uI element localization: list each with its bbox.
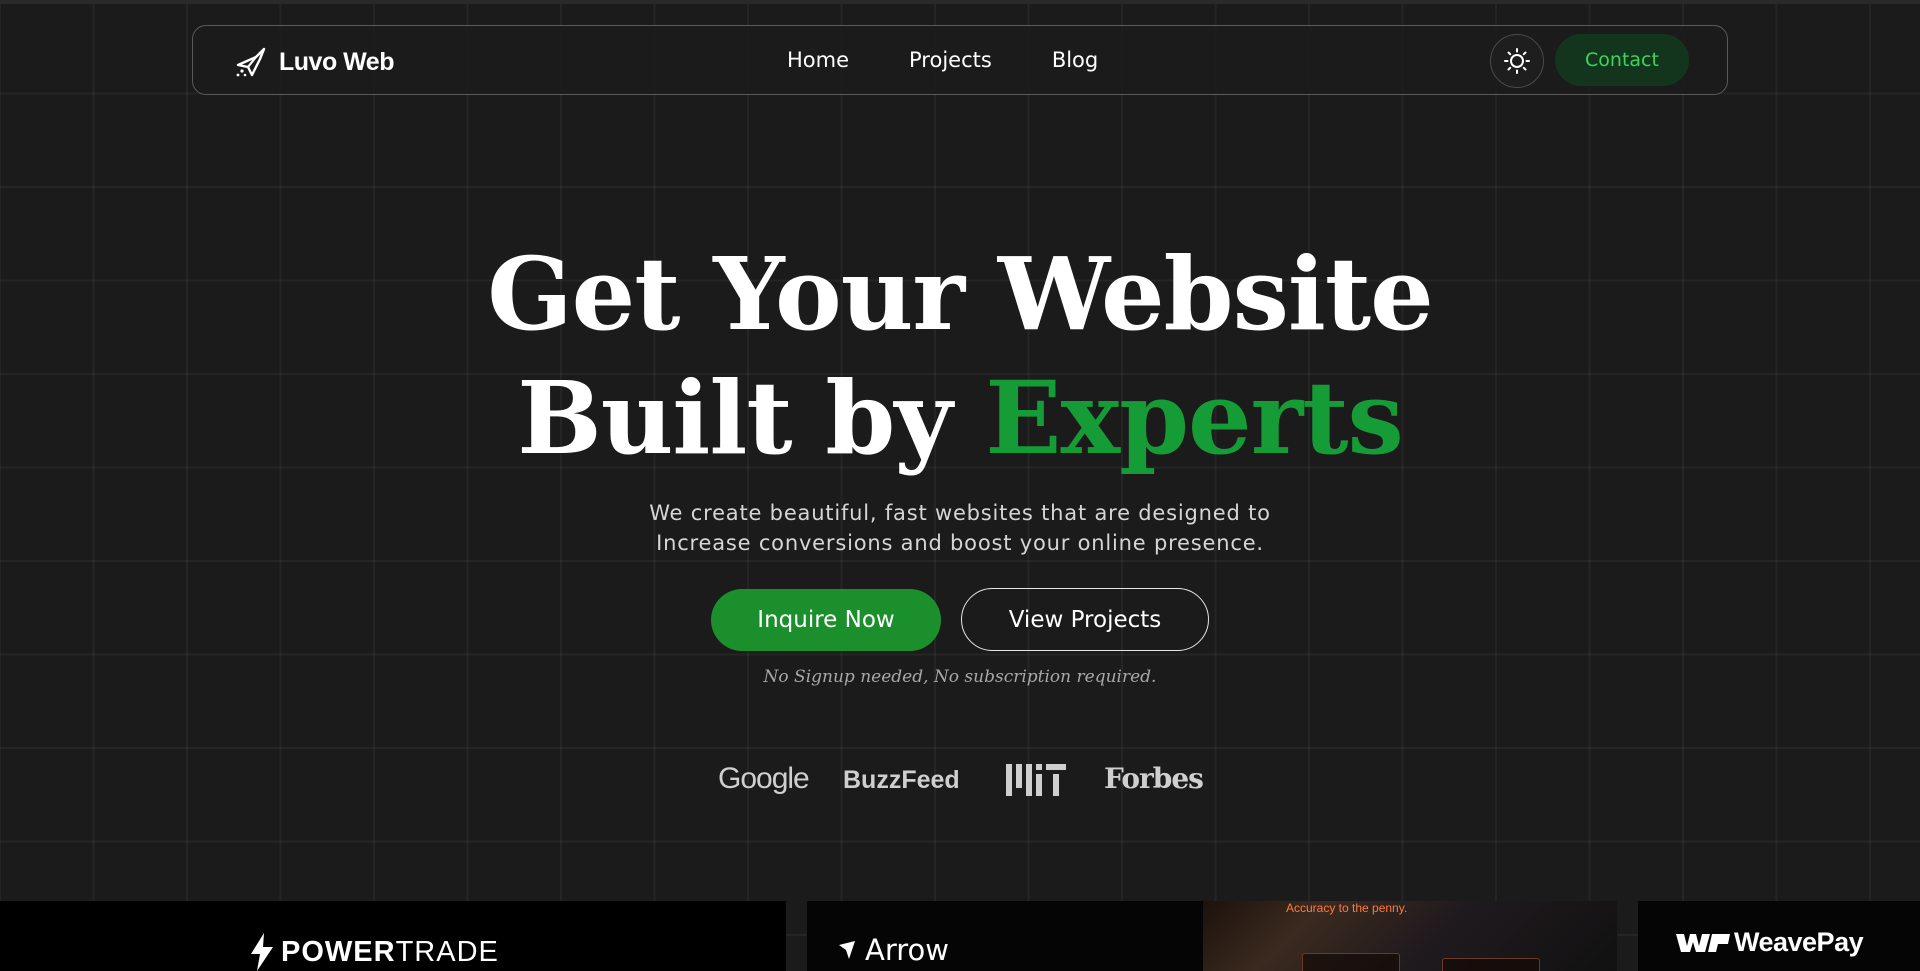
weavepay-logo: WeavePay <box>1676 927 1864 958</box>
brand-logo-link[interactable]: Luvo Web <box>233 44 394 80</box>
hero-title-accent: Experts <box>985 359 1404 477</box>
nav-blog[interactable]: Blog <box>1052 46 1098 74</box>
weavepay-label: WeavePay <box>1734 927 1864 957</box>
hero-subtitle: We create beautiful, fast websites that … <box>0 498 1920 558</box>
sun-icon <box>1504 48 1530 74</box>
project-card-powertrade[interactable]: POWER TRADE <box>0 901 786 971</box>
mit-logo <box>1006 764 1066 796</box>
brand-name: Luvo Web <box>279 47 394 76</box>
project-card-weavepay[interactable]: WeavePay <box>1638 901 1920 971</box>
hero-subtitle-line1: We create beautiful, fast websites that … <box>649 501 1271 525</box>
project-card-arrow[interactable]: Arrow <box>807 901 1203 971</box>
arrow-logo: Arrow <box>837 933 949 967</box>
screenshot-headline: Accuracy to the penny. <box>1286 901 1408 915</box>
hero-title-line1: Get Your Website <box>487 235 1433 353</box>
inquire-now-button[interactable]: Inquire Now <box>711 589 941 651</box>
screenshot-panel-right <box>1442 958 1540 971</box>
nav-projects[interactable]: Projects <box>909 46 992 74</box>
arrow-logo-icon <box>839 941 855 959</box>
hero-title-line2: Built by Experts <box>0 356 1920 480</box>
view-projects-button[interactable]: View Projects <box>961 588 1209 651</box>
hero-subtitle-line2: Increase conversions and boost your onli… <box>656 531 1264 555</box>
powertrade-bold: POWER <box>281 935 396 968</box>
weavepay-mark-icon <box>1676 933 1730 952</box>
navbar: Luvo Web Home Projects Blog Contact <box>192 25 1728 95</box>
top-edge <box>0 0 1920 4</box>
google-logo: Google <box>718 762 810 795</box>
contact-button[interactable]: Contact <box>1555 34 1689 86</box>
rocket-logo-icon <box>236 47 266 77</box>
theme-toggle-button[interactable] <box>1490 34 1544 88</box>
lightning-icon <box>251 933 273 971</box>
project-card-screenshot[interactable]: Accuracy to the penny. <box>1203 901 1617 971</box>
nav-links: Home Projects Blog <box>787 46 1158 74</box>
screenshot-panel-left <box>1302 953 1400 971</box>
brand-logos: Google BuzzFeed Forbes <box>0 762 1920 802</box>
hero-title-prefix: Built by <box>517 359 986 477</box>
buzzfeed-logo: BuzzFeed <box>843 766 960 794</box>
forbes-logo: Forbes <box>1104 762 1204 795</box>
project-showcase: POWER TRADE Arrow Accuracy to the penny. … <box>0 901 1920 971</box>
no-signup-note: No Signup needed, No subscription requir… <box>763 667 1157 687</box>
nav-home[interactable]: Home <box>787 46 849 74</box>
powertrade-light: TRADE <box>395 935 499 968</box>
arrow-label: Arrow <box>865 933 949 967</box>
powertrade-logo: POWER TRADE <box>249 933 499 971</box>
